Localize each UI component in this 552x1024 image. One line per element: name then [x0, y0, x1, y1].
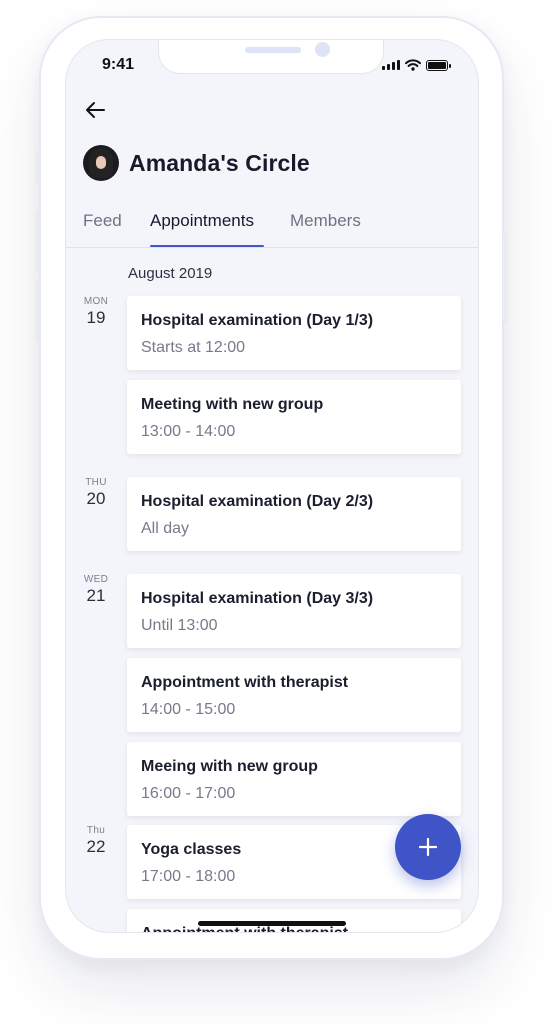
appointment-card[interactable]: Meeting with new group 13:00 - 14:00: [127, 380, 461, 454]
appointment-time: 13:00 - 14:00: [141, 423, 236, 440]
day-label: WED 21: [76, 574, 116, 606]
appointment-title: Hospital examination (Day 1/3): [141, 312, 374, 329]
appointment-title: Hospital examination (Day 3/3): [141, 590, 374, 607]
day-of-week: MON: [83, 296, 109, 307]
phone-side-button: [35, 150, 39, 184]
month-heading: August 2019: [128, 265, 213, 282]
day-number: 21: [86, 586, 106, 605]
page-title: Amanda's Circle: [129, 149, 310, 176]
appointment-card[interactable]: Appointment with therapist 14:00 - 15:00: [127, 658, 461, 732]
appointment-title: Yoga classes: [141, 841, 242, 858]
day-number: 22: [86, 837, 106, 856]
appointment-title: Appointment with therapist: [141, 925, 348, 932]
day-label: MON 19: [76, 296, 116, 328]
camera: [315, 42, 330, 57]
phone-side-button: [35, 280, 39, 342]
speaker: [245, 47, 301, 53]
appointment-title: Meeing with new group: [141, 758, 318, 775]
back-arrow-icon[interactable]: [84, 98, 108, 122]
day-label: Thu 22: [76, 825, 116, 857]
battery-icon: [426, 59, 451, 71]
phone-screen: 9:41 Amanda's Circle Feed Appointments M…: [65, 39, 479, 933]
appointment-title: Appointment with therapist: [141, 674, 349, 691]
add-appointment-button[interactable]: [395, 814, 461, 880]
tab-members[interactable]: Members: [290, 211, 361, 231]
appointment-time: All day: [141, 520, 190, 537]
appointment-time: 14:00 - 15:00: [141, 701, 236, 718]
appointment-time: Starts at 12:00: [141, 339, 246, 356]
appointment-time: 16:00 - 17:00: [141, 785, 236, 802]
appointment-card[interactable]: Hospital examination (Day 3/3) Until 13:…: [127, 574, 461, 648]
day-number: 19: [86, 308, 106, 327]
appointment-card[interactable]: Hospital examination (Day 1/3) Starts at…: [127, 296, 461, 370]
appointment-time: Until 13:00: [141, 617, 218, 634]
phone-side-button: [503, 232, 507, 324]
notch: [158, 40, 384, 74]
active-tab-indicator: [150, 245, 264, 247]
wifi-icon: [405, 59, 421, 71]
appointment-title: Meeting with new group: [141, 396, 324, 413]
appointment-card[interactable]: Hospital examination (Day 2/3) All day: [127, 477, 461, 551]
appointment-time: 17:00 - 18:00: [141, 868, 236, 885]
plus-icon: [418, 837, 438, 857]
day-of-week: THU: [85, 477, 107, 488]
phone-side-button: [35, 210, 39, 272]
tab-feed[interactable]: Feed: [83, 211, 122, 231]
day-of-week: WED: [83, 574, 109, 585]
home-indicator: [198, 921, 346, 926]
appointment-card[interactable]: Meeing with new group 16:00 - 17:00: [127, 742, 461, 816]
status-icons: [382, 59, 451, 71]
day-of-week: Thu: [86, 825, 106, 836]
signal-icon: [382, 60, 400, 70]
avatar: [83, 145, 119, 181]
circle-header: Amanda's Circle: [83, 145, 310, 181]
tab-bar: Feed Appointments Members: [66, 211, 478, 248]
status-time: 9:41: [102, 56, 135, 73]
day-label: THU 20: [76, 477, 116, 509]
appointment-title: Hospital examination (Day 2/3): [141, 493, 374, 510]
day-number: 20: [86, 489, 106, 508]
tab-appointments[interactable]: Appointments: [150, 211, 254, 231]
